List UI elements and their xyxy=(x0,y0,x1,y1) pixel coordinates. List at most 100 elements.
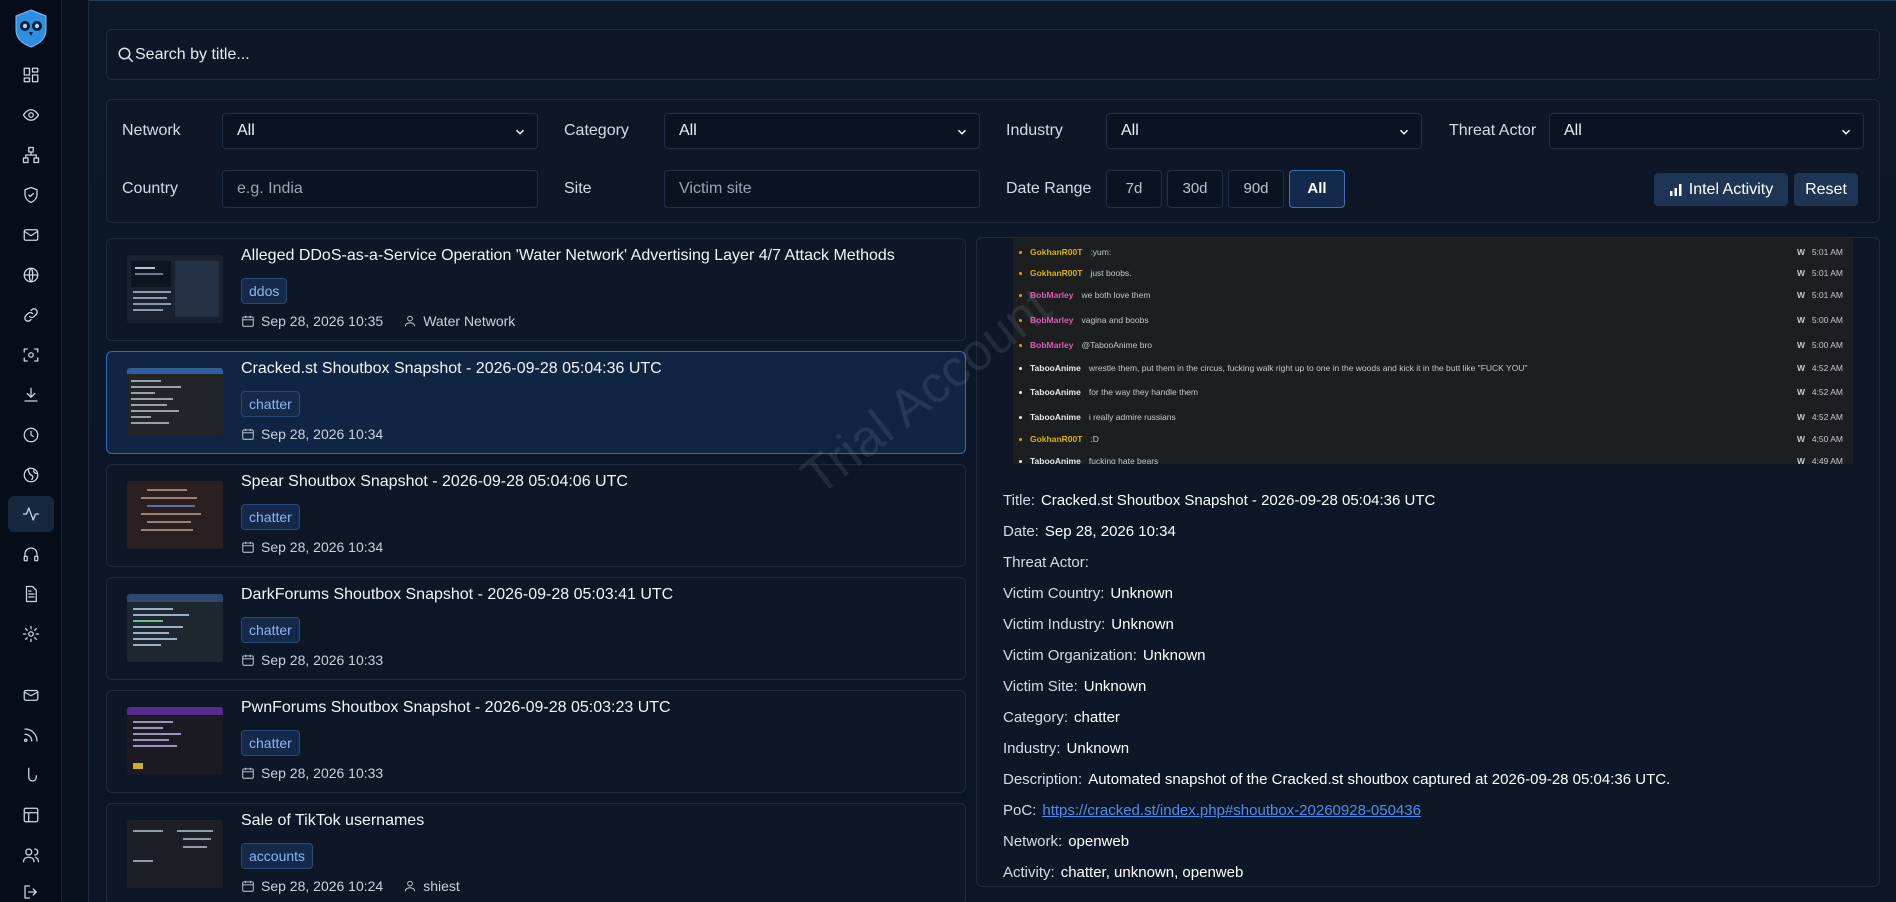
owl-logo-icon[interactable] xyxy=(13,8,49,48)
user-icon xyxy=(405,315,416,327)
hook-icon[interactable] xyxy=(21,765,41,785)
post-date: Sep 28, 2026 10:24 xyxy=(261,878,384,894)
search-bar xyxy=(106,29,1880,80)
chat-user: TabooAnime xyxy=(1030,412,1081,422)
chat-row: BobMarley we both love them W 5:01 AM xyxy=(1019,284,1847,306)
calendar-icon xyxy=(242,880,254,892)
chat-row: GokhanR00T:yum: W 5:01 AM xyxy=(1019,241,1847,263)
chat-row: GokhanR00T:D W 4:50 AM xyxy=(1019,428,1847,450)
post-card[interactable]: DarkForums Shoutbox Snapshot - 2026-09-2… xyxy=(106,577,966,680)
chat-time: 5:01 AM xyxy=(1811,247,1843,257)
detail-industry-label: Industry: xyxy=(1003,740,1061,757)
post-card[interactable]: Alleged DDoS-as-a-Service Operation 'Wat… xyxy=(106,238,966,341)
site-input[interactable] xyxy=(664,170,980,208)
post-actor: Water Network xyxy=(423,313,516,329)
scan-icon[interactable] xyxy=(21,345,41,365)
activity-icon[interactable] xyxy=(21,504,41,524)
detail-category-label: Category: xyxy=(1003,709,1069,726)
post-card[interactable]: Spear Shoutbox Snapshot - 2026-09-28 05:… xyxy=(106,464,966,567)
detail-victim-industry-value: Unknown xyxy=(1111,616,1174,633)
search-input[interactable] xyxy=(135,40,1835,70)
dashboard-icon[interactable] xyxy=(21,65,41,85)
reset-button[interactable]: Reset xyxy=(1794,173,1858,206)
detail-category-value: chatter xyxy=(1074,709,1120,726)
chat-time: 5:01 AM xyxy=(1811,290,1843,300)
shield-check-icon[interactable] xyxy=(21,185,41,205)
logout-icon[interactable] xyxy=(21,882,41,902)
date-range-label: Date Range xyxy=(1006,180,1092,197)
layout-icon[interactable] xyxy=(21,805,41,825)
chat-message: we both love them xyxy=(1081,290,1151,300)
post-tag[interactable]: chatter xyxy=(241,504,300,530)
calendar-icon xyxy=(242,315,254,327)
headphones-icon[interactable] xyxy=(21,544,41,564)
post-title: Sale of TikTok usernames xyxy=(241,812,425,829)
range-30d-button[interactable]: 30d xyxy=(1167,170,1223,208)
clock-icon[interactable] xyxy=(21,425,41,445)
chat-time: 4:52 AM xyxy=(1811,363,1843,373)
post-tag[interactable]: chatter xyxy=(241,730,300,756)
chat-message: @TabooAnime bro xyxy=(1081,340,1152,350)
post-tag[interactable]: chatter xyxy=(241,617,300,643)
detail-activity-row: Activity: chatter, unknown, openweb xyxy=(1003,864,1243,881)
industry-select[interactable]: All xyxy=(1106,113,1422,149)
intel-activity-button[interactable]: Intel Activity xyxy=(1654,173,1788,206)
country-input[interactable] xyxy=(222,170,538,208)
chevron-down-icon xyxy=(1841,129,1851,135)
detail-victim-industry-row: Victim Industry: Unknown xyxy=(1003,616,1174,633)
threat-actor-select[interactable]: All xyxy=(1549,113,1864,149)
detail-victim-country-value: Unknown xyxy=(1110,585,1173,602)
category-select[interactable]: All xyxy=(664,113,980,149)
detail-poc-label: PoC: xyxy=(1003,802,1037,819)
post-card[interactable]: Cracked.st Shoutbox Snapshot - 2026-09-2… xyxy=(106,351,966,454)
chevron-down-icon xyxy=(515,129,525,135)
detail-description-value: Automated snapshot of the Cracked.st sho… xyxy=(1088,771,1671,788)
users-icon[interactable] xyxy=(21,845,41,865)
mail-icon[interactable] xyxy=(21,225,41,245)
detail-industry-value: Unknown xyxy=(1066,740,1130,757)
network-select[interactable]: All xyxy=(222,113,538,149)
detail-poc-link[interactable]: https://cracked.st/index.php#shoutbox-20… xyxy=(1042,802,1421,819)
detail-victim-site-row: Victim Site: Unknown xyxy=(1003,678,1146,695)
post-thumbnail xyxy=(127,594,223,662)
link-icon[interactable] xyxy=(21,305,41,325)
detail-network-value: openweb xyxy=(1068,833,1130,850)
network-icon[interactable] xyxy=(21,145,41,165)
eye-icon[interactable] xyxy=(21,105,41,125)
mail-open-icon[interactable] xyxy=(21,685,41,705)
post-card[interactable]: PwnForums Shoutbox Snapshot - 2026-09-28… xyxy=(106,690,966,793)
range-90d-button[interactable]: 90d xyxy=(1228,170,1284,208)
download-icon[interactable] xyxy=(21,385,41,405)
intel-activity-label: Intel Activity xyxy=(1688,180,1774,198)
detail-date-label: Date: xyxy=(1003,523,1039,540)
chat-user: BobMarley xyxy=(1030,290,1074,300)
calendar-icon xyxy=(242,541,254,553)
chat-user: BobMarley xyxy=(1030,340,1074,350)
globe-icon[interactable] xyxy=(21,265,41,285)
post-date: Sep 28, 2026 10:33 xyxy=(261,765,384,781)
post-title: Spear Shoutbox Snapshot - 2026-09-28 05:… xyxy=(241,473,628,490)
document-icon[interactable] xyxy=(21,584,41,604)
range-7d-button[interactable]: 7d xyxy=(1106,170,1162,208)
detail-category-row: Category: chatter xyxy=(1003,709,1120,726)
chat-user: GokhanR00T xyxy=(1030,434,1083,444)
settings-icon[interactable] xyxy=(21,624,41,644)
post-meta: Sep 28, 2026 10:34 xyxy=(241,426,383,442)
rss-icon[interactable] xyxy=(21,725,41,745)
post-tag[interactable]: ddos xyxy=(241,278,288,304)
post-tag[interactable]: accounts xyxy=(241,843,314,869)
post-card[interactable]: Sale of TikTok usernames accounts Sep 28… xyxy=(106,803,966,902)
bar-chart-icon xyxy=(1669,183,1682,196)
post-screenshot[interactable]: GokhanR00T:yum: W 5:01 AM GokhanR00T just b… xyxy=(1013,238,1853,464)
globe-lock-icon[interactable] xyxy=(21,465,41,485)
detail-poc-row: PoC: https://cracked.st/index.php#shoutbo… xyxy=(1003,802,1421,819)
detail-network-label: Network: xyxy=(1003,833,1063,850)
detail-victim-country-row: Victim Country: Unknown xyxy=(1003,585,1173,602)
post-tag[interactable]: chatter xyxy=(241,391,300,417)
post-meta: Sep 28, 2026 10:35 Water Network xyxy=(241,313,515,329)
post-title: Alleged DDoS-as-a-Service Operation 'Wat… xyxy=(241,247,895,264)
post-thumbnail xyxy=(127,820,223,888)
range-all-button[interactable]: All xyxy=(1289,170,1345,208)
detail-title-row: Title: Cracked.st Shoutbox Snapshot - 202… xyxy=(1003,492,1435,509)
chat-row: BobMarley vagina and boobs W 5:00 AM xyxy=(1019,309,1847,331)
